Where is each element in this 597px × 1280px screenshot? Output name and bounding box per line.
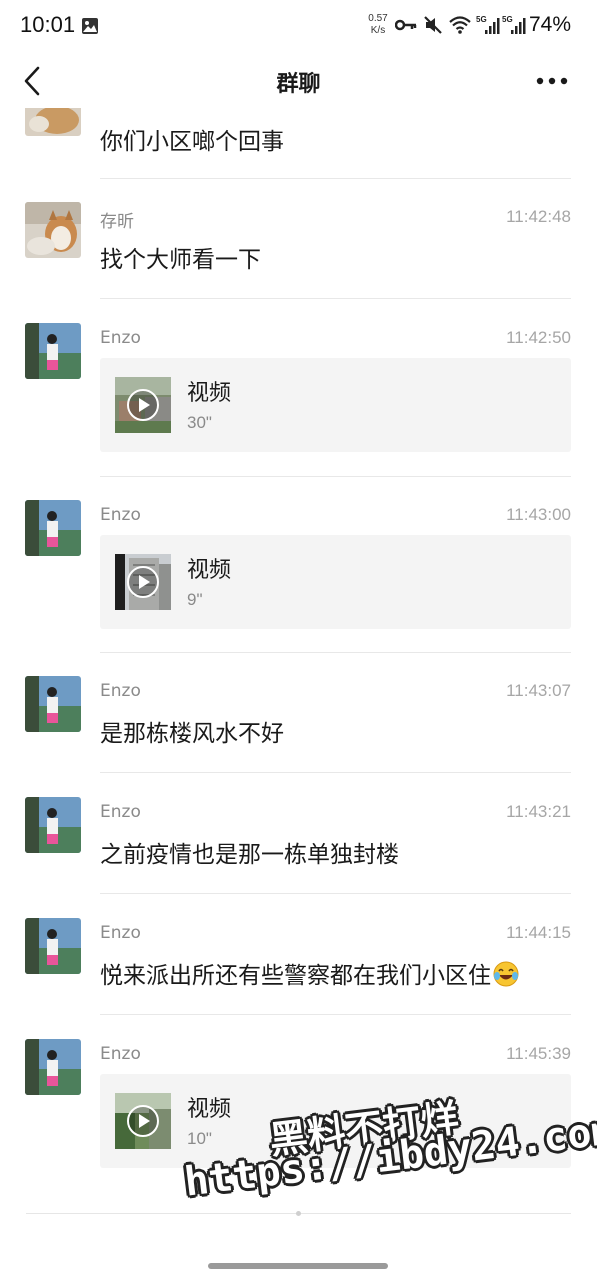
message-time: 11:43:07 — [506, 681, 571, 700]
sender-name: 存昕 — [100, 212, 134, 232]
avatar-image — [25, 676, 81, 732]
message-text: 悦来派出所还有些警察都在我们小区住 — [100, 963, 491, 989]
mute-icon — [424, 16, 442, 34]
message-time: 11:42:48 — [506, 207, 571, 226]
sender-name: Enzo — [100, 923, 141, 943]
video-duration: 30" — [187, 413, 212, 432]
page-indicator-dot — [296, 1211, 301, 1216]
video-label: 视频 — [187, 558, 232, 583]
avatar-image — [25, 918, 81, 974]
battery-level: 74% — [529, 13, 572, 36]
key-icon — [395, 19, 417, 31]
video-thumbnail — [115, 554, 171, 610]
avatar-image — [25, 1039, 81, 1095]
divider — [100, 772, 571, 773]
avatar[interactable] — [25, 108, 81, 136]
play-icon — [127, 566, 159, 598]
divider — [100, 1014, 571, 1015]
play-icon — [127, 389, 159, 421]
divider — [100, 893, 571, 894]
net-speed-unit: K/s — [370, 25, 386, 36]
net-speed-value: 0.57 — [368, 13, 388, 24]
sender-name: Enzo — [100, 681, 141, 701]
avatar-image — [25, 323, 81, 379]
avatar[interactable] — [25, 323, 81, 379]
svg-text:5G: 5G — [502, 15, 513, 24]
message-text: 你们小区啷个回事 — [100, 129, 284, 155]
avatar[interactable] — [25, 676, 81, 732]
video-label: 视频 — [187, 1097, 232, 1122]
message-time: 11:42:50 — [506, 328, 571, 347]
sender-name: Enzo — [100, 1044, 141, 1064]
more-dots-icon — [536, 77, 568, 85]
message-time: 11:43:00 — [506, 505, 571, 524]
avatar[interactable] — [25, 202, 81, 258]
video-message-card[interactable]: 视频 30" — [100, 358, 571, 452]
avatar[interactable] — [25, 1039, 81, 1095]
svg-text:5G: 5G — [476, 15, 487, 24]
status-time: 10:01 — [20, 12, 76, 37]
divider — [100, 476, 571, 477]
sender-name: Enzo — [100, 505, 141, 525]
avatar[interactable] — [25, 500, 81, 556]
avatar[interactable] — [25, 918, 81, 974]
divider — [100, 298, 571, 299]
home-indicator[interactable] — [208, 1263, 388, 1269]
video-label: 视频 — [187, 381, 232, 406]
avatar-image — [25, 797, 81, 853]
video-thumbnail — [115, 1093, 171, 1149]
page-title: 群聊 — [276, 72, 321, 97]
network-speed: 0.57 K/s — [364, 13, 392, 37]
video-thumbnail — [115, 377, 171, 433]
message-text: 之前疫情也是那一栋单独封楼 — [100, 842, 399, 868]
message-text: 找个大师看一下 — [100, 247, 261, 273]
video-duration: 9" — [187, 590, 203, 609]
divider — [100, 652, 571, 653]
header-bar: 群聊 — [0, 54, 597, 108]
message-time: 11:44:15 — [506, 923, 571, 942]
sender-name: Enzo — [100, 802, 141, 822]
divider — [100, 178, 571, 179]
status-bar: 10:01 0.57 K/s 5G 5G 74% — [0, 0, 597, 54]
play-icon — [127, 1105, 159, 1137]
video-duration: 10" — [187, 1129, 212, 1148]
wifi-icon — [449, 16, 471, 34]
message-time: 11:45:39 — [506, 1044, 571, 1063]
video-message-card[interactable]: 视频 9" — [100, 535, 571, 629]
signal-5g-icon-2: 5G — [502, 15, 526, 34]
message-text-row: 悦来派出所还有些警察都在我们小区住 — [100, 956, 519, 990]
message-list[interactable]: 你们小区啷个回事 存昕 11:42:48 找个大师看一下 Enzo 11:42:… — [0, 108, 597, 1238]
message-text: 是那栋楼风水不好 — [100, 721, 284, 747]
more-options-button[interactable] — [532, 66, 572, 96]
image-notification-icon — [82, 18, 98, 34]
avatar-image — [25, 202, 81, 258]
avatar-image — [25, 108, 81, 136]
avatar[interactable] — [25, 797, 81, 853]
avatar-image — [25, 500, 81, 556]
sender-name: Enzo — [100, 328, 141, 348]
signal-5g-icon-1: 5G — [476, 15, 500, 34]
message-time: 11:43:21 — [506, 802, 571, 821]
laughing-tears-emoji-icon — [493, 961, 519, 987]
